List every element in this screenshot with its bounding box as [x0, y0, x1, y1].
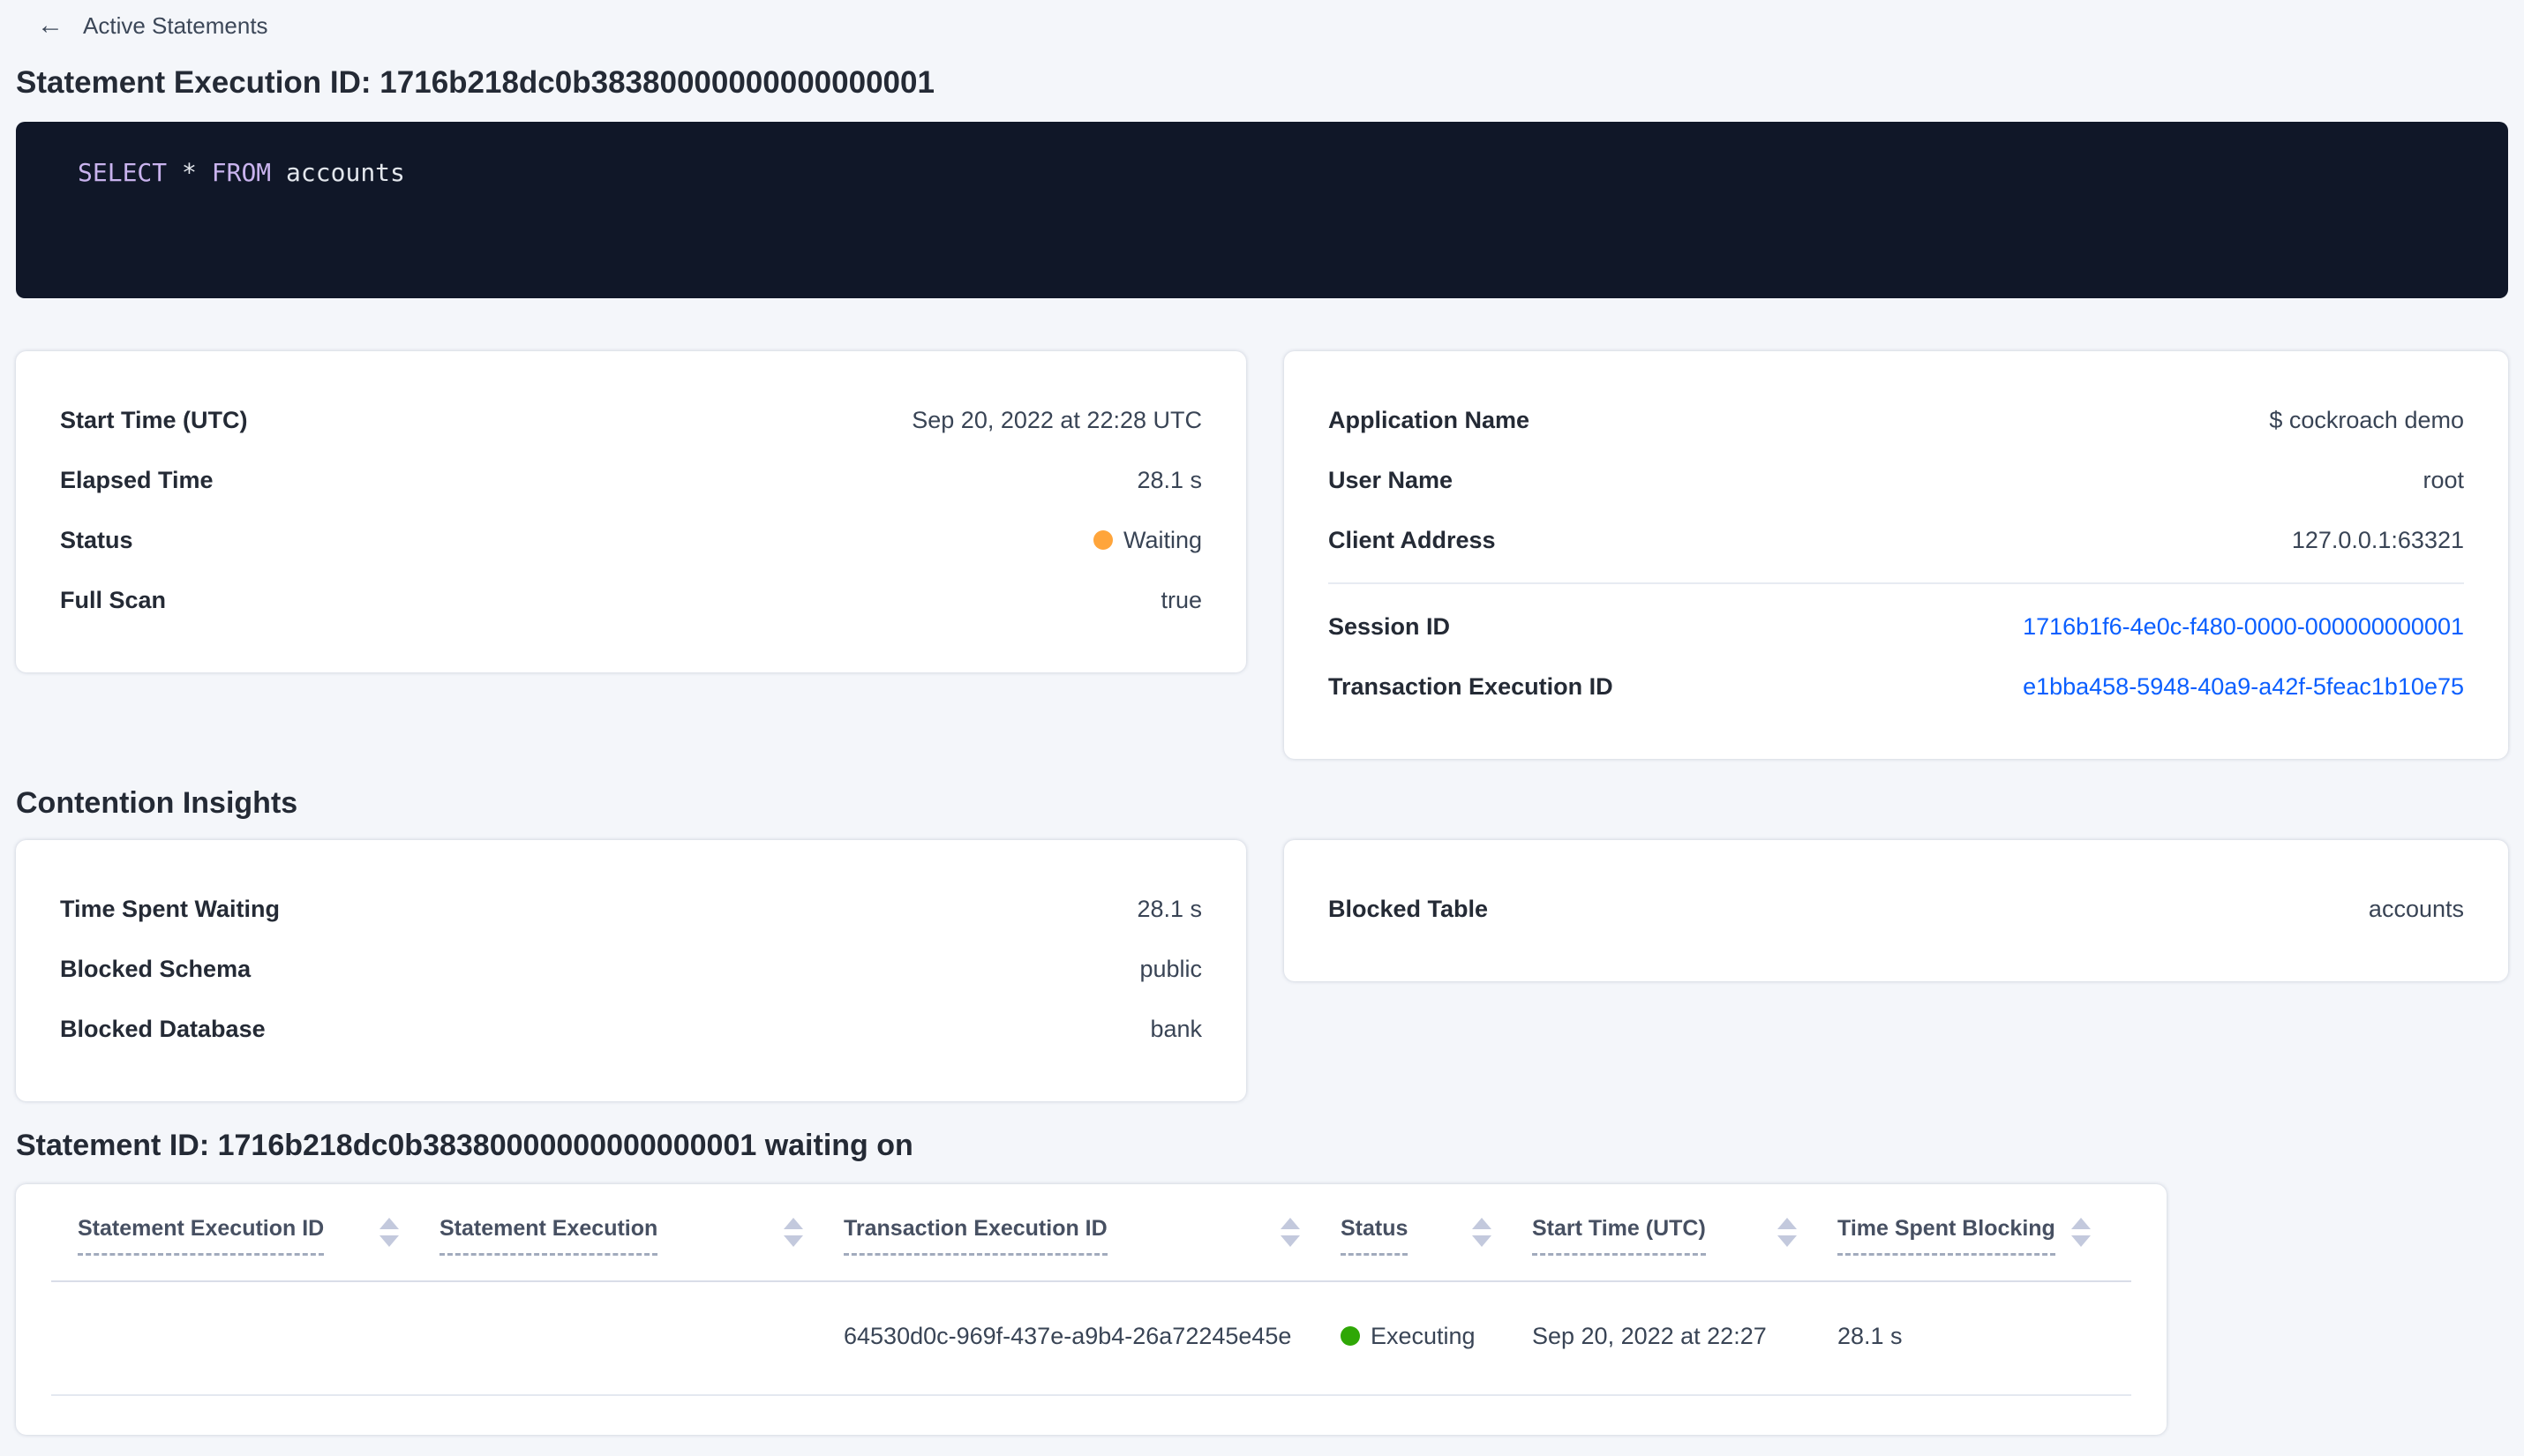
time-spent-waiting-value: 28.1 s	[1137, 896, 1202, 922]
application-name-value: $ cockroach demo	[2269, 407, 2464, 433]
contention-cards-row: Time Spent Waiting 28.1 s Blocked Schema…	[16, 840, 2508, 1101]
page-title: Statement Execution ID: 1716b218dc0b3838…	[16, 65, 935, 100]
column-header-status[interactable]: Status	[1341, 1214, 1532, 1256]
kv-row-application-name: Application Name $ cockroach demo	[1328, 390, 2464, 450]
sql-statement-box: SELECT * FROM accounts	[16, 122, 2508, 298]
kv-row-start-time: Start Time (UTC) Sep 20, 2022 at 22:28 U…	[60, 390, 1202, 450]
status-executing-dot-icon	[1341, 1326, 1360, 1346]
column-header-start-time[interactable]: Start Time (UTC)	[1532, 1214, 1837, 1256]
column-header-time-spent-blocking[interactable]: Time Spent Blocking	[1837, 1214, 2131, 1256]
table-row: 64530d0c-969f-437e-a9b4-26a72245e45e Exe…	[51, 1282, 2131, 1396]
session-id-link[interactable]: 1716b1f6-4e0c-f480-0000-000000000001	[2023, 612, 2464, 642]
status-value: Waiting	[1093, 525, 1202, 555]
cell-status-text: Executing	[1371, 1323, 1476, 1349]
session-details-card: Application Name $ cockroach demo User N…	[1284, 351, 2508, 759]
kv-row-client-address: Client Address 127.0.0.1:63321	[1328, 510, 2464, 570]
elapsed-time-value: 28.1 s	[1137, 467, 1202, 493]
card-divider	[1328, 582, 2464, 584]
column-header-transaction-execution-id[interactable]: Transaction Execution ID	[844, 1214, 1341, 1256]
kv-row-elapsed-time: Elapsed Time 28.1 s	[60, 450, 1202, 510]
column-header-label: Status	[1341, 1214, 1408, 1256]
client-address-label: Client Address	[1328, 527, 1496, 553]
sql-table-name: accounts	[286, 158, 405, 187]
column-header-label: Statement Execution	[439, 1214, 658, 1256]
sql-keyword-from: FROM	[211, 158, 272, 187]
transaction-execution-id-label: Transaction Execution ID	[1328, 673, 1613, 700]
column-header-statement-execution-id[interactable]: Statement Execution ID	[51, 1214, 439, 1256]
overview-cards-row: Start Time (UTC) Sep 20, 2022 at 22:28 U…	[16, 351, 2508, 759]
kv-row-session-id: Session ID 1716b1f6-4e0c-f480-0000-00000…	[1328, 597, 2464, 657]
blocked-schema-label: Blocked Schema	[60, 956, 252, 982]
waiting-on-heading: Statement ID: 1716b218dc0b38380000000000…	[16, 1129, 913, 1162]
sort-icon	[784, 1218, 803, 1247]
contention-right-card: Blocked Table accounts	[1284, 840, 2508, 981]
full-scan-value: true	[1161, 587, 1202, 613]
cell-start-time: Sep 20, 2022 at 22:27	[1532, 1323, 1767, 1349]
cell-transaction-execution-id: 64530d0c-969f-437e-a9b4-26a72245e45e	[844, 1323, 1292, 1349]
contention-left-card: Time Spent Waiting 28.1 s Blocked Schema…	[16, 840, 1246, 1101]
waiting-statements-table-card: Statement Execution ID Statement Executi…	[16, 1184, 2167, 1435]
kv-row-blocked-schema: Blocked Schema public	[60, 939, 1202, 999]
blocked-database-label: Blocked Database	[60, 1016, 266, 1042]
kv-row-user-name: User Name root	[1328, 450, 2464, 510]
sort-icon	[1777, 1218, 1797, 1247]
column-header-statement-execution[interactable]: Statement Execution	[439, 1214, 844, 1256]
cell-time-spent-blocking: 28.1 s	[1837, 1323, 1903, 1349]
status-waiting-dot-icon	[1093, 530, 1113, 550]
full-scan-label: Full Scan	[60, 587, 167, 613]
table-header-row: Statement Execution ID Statement Executi…	[51, 1214, 2131, 1282]
column-header-label: Time Spent Blocking	[1837, 1214, 2055, 1256]
column-header-label: Statement Execution ID	[78, 1214, 325, 1256]
kv-row-full-scan: Full Scan true	[60, 570, 1202, 630]
blocked-table-label: Blocked Table	[1328, 896, 1489, 922]
time-spent-waiting-label: Time Spent Waiting	[60, 896, 281, 922]
kv-row-transaction-execution-id: Transaction Execution ID e1bba458-5948-4…	[1328, 657, 2464, 717]
sort-icon	[379, 1218, 399, 1247]
start-time-value: Sep 20, 2022 at 22:28 UTC	[912, 407, 1202, 433]
kv-row-blocked-table: Blocked Table accounts	[1328, 879, 2464, 939]
user-name-value: root	[2423, 467, 2464, 493]
blocked-database-value: bank	[1150, 1016, 1202, 1042]
cell-status: Executing	[1341, 1323, 1532, 1350]
sql-keyword-select: SELECT	[78, 158, 168, 187]
statement-overview-card: Start Time (UTC) Sep 20, 2022 at 22:28 U…	[16, 351, 1246, 672]
sort-icon	[1472, 1218, 1491, 1247]
start-time-label: Start Time (UTC)	[60, 407, 248, 433]
user-name-label: User Name	[1328, 467, 1454, 493]
column-header-label: Start Time (UTC)	[1532, 1214, 1706, 1256]
sql-star: *	[182, 158, 197, 187]
application-name-label: Application Name	[1328, 407, 1530, 433]
session-id-label: Session ID	[1328, 613, 1451, 640]
column-header-label: Transaction Execution ID	[844, 1214, 1108, 1256]
transaction-execution-id-link[interactable]: e1bba458-5948-40a9-a42f-5feac1b10e75	[2023, 672, 2464, 702]
contention-insights-heading: Contention Insights	[16, 786, 298, 820]
status-label: Status	[60, 527, 133, 553]
blocked-table-value: accounts	[2368, 896, 2464, 922]
sql-statement-line: SELECT * FROM accounts	[78, 157, 2446, 189]
status-text: Waiting	[1123, 527, 1202, 553]
breadcrumb-label: Active Statements	[83, 11, 268, 39]
breadcrumb-active-statements[interactable]: ← Active Statements	[0, 0, 268, 42]
blocked-schema-value: public	[1139, 956, 1202, 982]
sort-icon	[2071, 1218, 2091, 1247]
sort-icon	[1281, 1218, 1300, 1247]
client-address-value: 127.0.0.1:63321	[2291, 527, 2464, 553]
kv-row-blocked-database: Blocked Database bank	[60, 999, 1202, 1059]
kv-row-status: Status Waiting	[60, 510, 1202, 570]
kv-row-time-spent-waiting: Time Spent Waiting 28.1 s	[60, 879, 1202, 939]
elapsed-time-label: Elapsed Time	[60, 467, 214, 493]
arrow-left-icon: ←	[37, 11, 64, 40]
